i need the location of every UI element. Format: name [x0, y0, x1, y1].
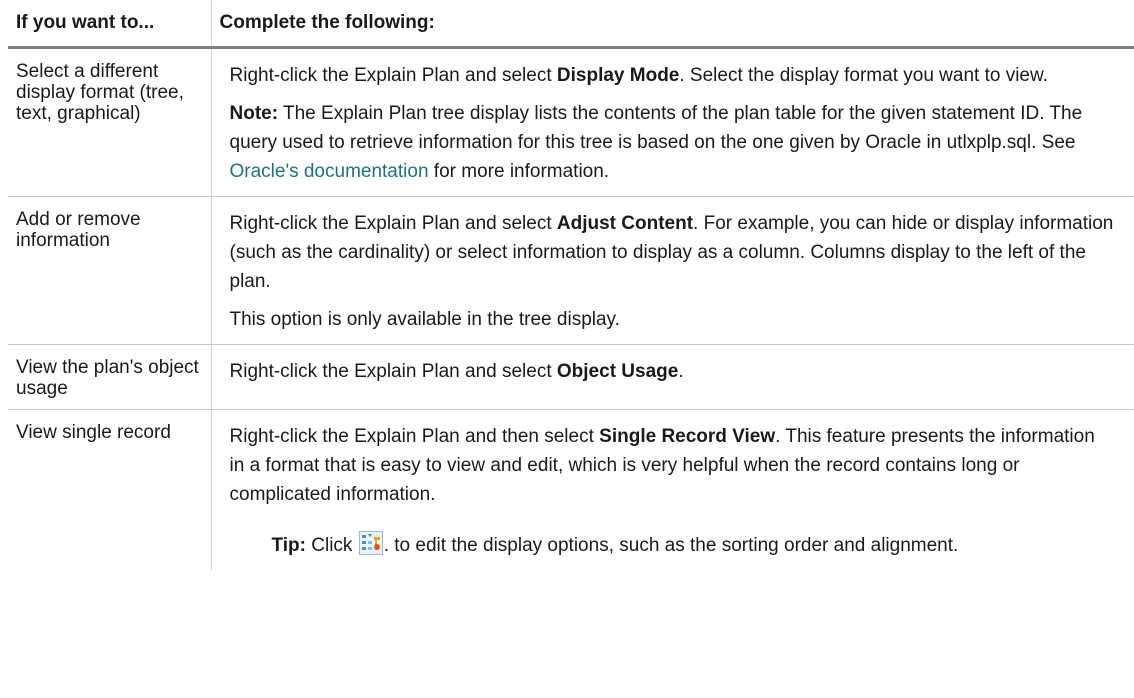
instruction-paragraph: Right-click the Explain Plan and select …	[230, 357, 1115, 386]
row-instructions: Right-click the Explain Plan and then se…	[211, 410, 1134, 571]
table-row: Add or remove information Right-click th…	[8, 196, 1134, 345]
row-instructions: Right-click the Explain Plan and select …	[211, 196, 1134, 345]
note-text: The Explain Plan tree display lists the …	[229, 103, 1083, 153]
tip-paragraph: Tip: Click . to edit the display options…	[272, 531, 1115, 560]
row-want-single-record: View single record	[8, 409, 212, 570]
row-instructions: Right-click the Explain Plan and select …	[211, 47, 1134, 197]
row-instructions: Right-click the Explain Plan and select …	[211, 344, 1134, 410]
instruction-text: .	[678, 361, 684, 382]
instruction-paragraph: Right-click the Explain Plan and select …	[230, 209, 1115, 296]
tip-label: Tip:	[271, 535, 306, 556]
row-want-object-usage: View the plan's object usage	[8, 344, 212, 410]
display-options-icon[interactable]	[358, 531, 383, 555]
instruction-text: . Select the display format you want to …	[679, 65, 1048, 86]
availability-paragraph: This option is only available in the tre…	[229, 309, 620, 330]
row-want-display-format: Select a different display format (tree,…	[8, 47, 212, 197]
table-row: View single record Right-click the Expla…	[8, 409, 1134, 571]
instruction-paragraph: Right-click the Explain Plan and then se…	[230, 422, 1115, 509]
header-complete: Complete the following:	[211, 0, 1134, 49]
menu-command-display-mode: Display Mode	[556, 65, 680, 86]
instruction-text: Right-click the Explain Plan and then se…	[229, 426, 600, 447]
oracle-documentation-link[interactable]: Oracle's documentation	[230, 161, 429, 182]
table-header-row: If you want to... Complete the following…	[8, 0, 1134, 49]
menu-command-single-record-view: Single Record View	[599, 426, 776, 447]
menu-command-object-usage: Object Usage	[556, 361, 679, 382]
table-row: Select a different display format (tree,…	[8, 47, 1134, 197]
note-text: for more information.	[428, 161, 610, 182]
tip-text: . to edit the display options, such as t…	[383, 535, 959, 556]
instruction-text: Right-click the Explain Plan and select	[229, 65, 557, 86]
instruction-text: Right-click the Explain Plan and select	[229, 213, 557, 234]
table-row: View the plan's object usage Right-click…	[8, 344, 1134, 410]
tip-text: Click	[305, 535, 358, 556]
row-want-add-remove-info: Add or remove information	[8, 196, 212, 345]
instruction-text: Right-click the Explain Plan and select	[229, 361, 557, 382]
instruction-paragraph: Right-click the Explain Plan and select …	[230, 61, 1115, 90]
note-paragraph: Note: The Explain Plan tree display list…	[230, 99, 1115, 186]
menu-command-adjust-content: Adjust Content	[556, 213, 694, 234]
note-label: Note:	[229, 103, 279, 124]
explain-plan-options-table: If you want to... Complete the following…	[8, 0, 1134, 570]
header-want: If you want to...	[8, 0, 212, 49]
